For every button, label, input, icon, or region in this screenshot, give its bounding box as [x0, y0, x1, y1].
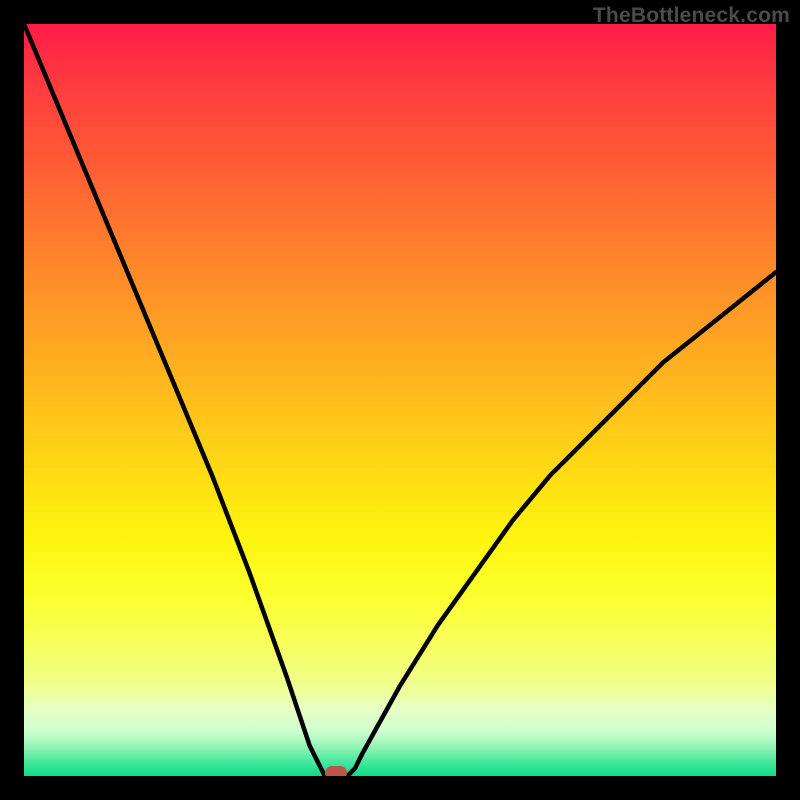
minimum-marker: [325, 766, 347, 776]
curve-path: [24, 24, 776, 776]
bottleneck-curve: [24, 24, 776, 776]
watermark-text: TheBottleneck.com: [593, 4, 790, 28]
plot-area: [24, 24, 776, 776]
chart-frame: TheBottleneck.com: [0, 0, 800, 800]
